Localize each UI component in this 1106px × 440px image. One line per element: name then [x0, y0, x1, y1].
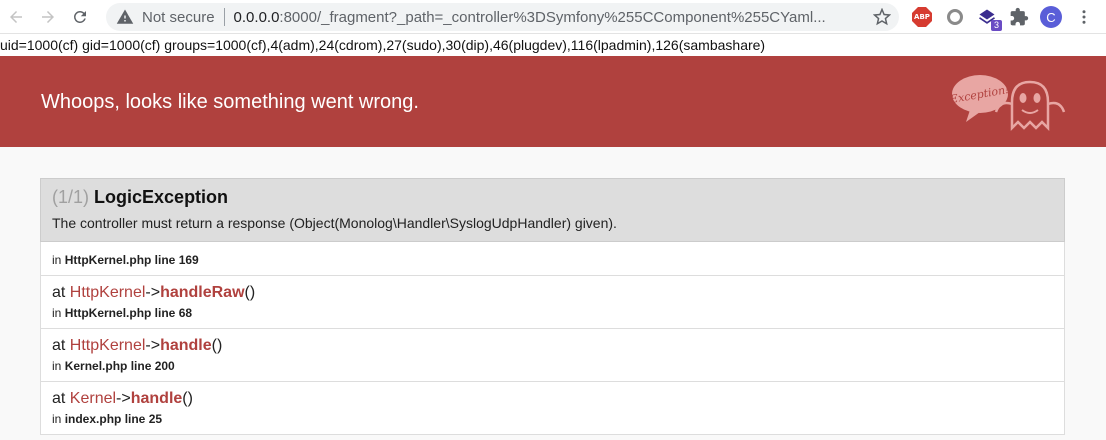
stack-extension-icon[interactable]: 3	[976, 6, 1002, 31]
trace-class: HttpKernel	[69, 337, 146, 354]
trace-method: handle	[160, 337, 212, 354]
trace-row: at HttpKernel->handle() in Kernel.php li…	[40, 329, 1065, 382]
trace-panel: (1/1) LogicException The controller must…	[40, 178, 1065, 435]
exception-message: The controller must return a response (O…	[52, 215, 617, 231]
page-title: Whoops, looks like something went wrong.	[41, 91, 419, 113]
trace-class: HttpKernel	[69, 284, 146, 301]
command-output: uid=1000(cf) gid=1000(cf) groups=1000(cf…	[0, 34, 1106, 56]
exception-summary: (1/1) LogicException The controller must…	[40, 178, 1065, 242]
trace-method: handleRaw	[160, 284, 245, 301]
back-icon[interactable]	[0, 0, 32, 34]
puzzle-icon[interactable]	[1008, 6, 1030, 28]
exception-header: Whoops, looks like something went wrong.…	[0, 56, 1106, 147]
exception-heading: (1/1) LogicException	[52, 187, 229, 207]
trace-row: at HttpKernel->handleRaw() in HttpKernel…	[40, 276, 1065, 329]
star-icon[interactable]	[872, 7, 892, 26]
omnibox-divider	[223, 8, 225, 26]
not-secure-label: Not secure	[142, 8, 215, 26]
trace-class: Kernel	[69, 390, 117, 407]
url-text: 0.0.0.0:8000/_fragment?_path=_controller…	[233, 8, 826, 26]
warning-icon	[116, 8, 134, 26]
extension-badge: 3	[990, 20, 1002, 31]
trace-location-row: in HttpKernel.php line 169	[40, 242, 1065, 276]
browser-toolbar: Not secure 0.0.0.0:8000/_fragment?_path=…	[0, 0, 1106, 34]
ghost-logo-icon: Exception!	[952, 75, 1066, 132]
trace-method: handle	[130, 390, 183, 407]
extension-icon[interactable]	[944, 6, 966, 28]
address-bar[interactable]: Not secure 0.0.0.0:8000/_fragment?_path=…	[106, 3, 899, 31]
adblock-icon[interactable]: ABP	[911, 6, 933, 28]
forward-icon[interactable]	[32, 0, 64, 34]
menu-icon[interactable]	[1073, 6, 1095, 28]
trace-row: at Kernel->handle() in index.php line 25	[40, 382, 1065, 435]
reload-icon[interactable]	[64, 0, 96, 34]
profile-avatar[interactable]: C	[1040, 6, 1062, 28]
